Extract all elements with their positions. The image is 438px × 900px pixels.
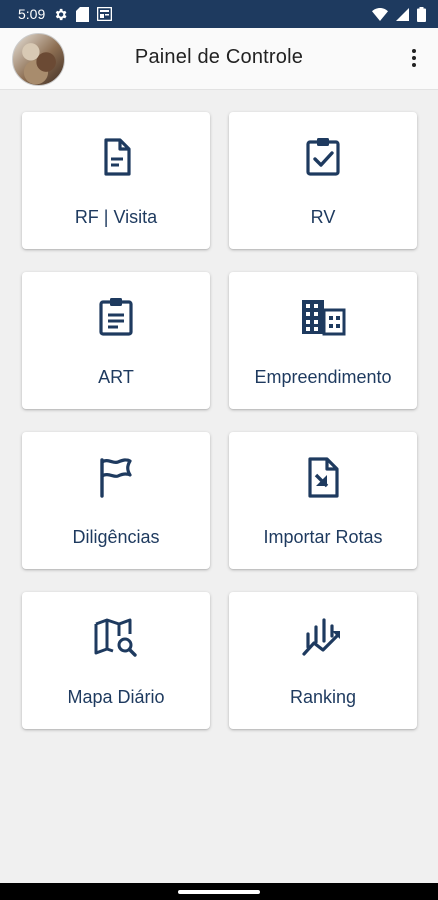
tile-empreendimento[interactable]: Empreendimento [229,272,417,409]
tile-diligencias[interactable]: Diligências [22,432,210,569]
trending-chart-icon [300,614,346,660]
status-time: 5:09 [18,6,46,22]
tile-rv[interactable]: RV [229,112,417,249]
navigation-bar [0,883,438,900]
tile-label: Importar Rotas [263,527,383,547]
battery-icon [417,6,426,22]
home-gesture-handle[interactable] [178,890,260,894]
tile-art[interactable]: ART [22,272,210,409]
settings-icon [53,7,68,22]
tile-rf-visita[interactable]: RF | Visita [22,112,210,249]
tile-importar-rotas[interactable]: Importar Rotas [229,432,417,569]
tile-ranking[interactable]: Ranking [229,592,417,729]
app-bar: Painel de Controle [0,28,438,90]
clipboard-check-icon [300,134,346,180]
sd-card-icon [76,6,90,22]
cell-signal-icon [396,7,409,21]
tile-label: Diligências [72,527,160,547]
page-title: Painel de Controle [134,46,304,68]
status-bar: 5:09 [0,0,438,28]
tile-label: Mapa Diário [67,687,165,707]
tile-label: Empreendimento [254,367,392,387]
building-icon [300,294,346,340]
tile-label: ART [98,367,134,387]
news-icon [97,7,113,21]
tile-label: Ranking [289,687,357,707]
clipboard-list-icon [93,294,139,340]
tile-label: RV [310,207,336,227]
more-vert-icon[interactable] [404,45,424,71]
wifi-icon [372,7,388,21]
tile-mapa-diario[interactable]: Mapa Diário [22,592,210,729]
file-import-icon [300,454,346,500]
tile-label: RF | Visita [74,207,158,227]
flag-icon [93,454,139,500]
document-icon [93,134,139,180]
map-search-icon [93,614,139,660]
